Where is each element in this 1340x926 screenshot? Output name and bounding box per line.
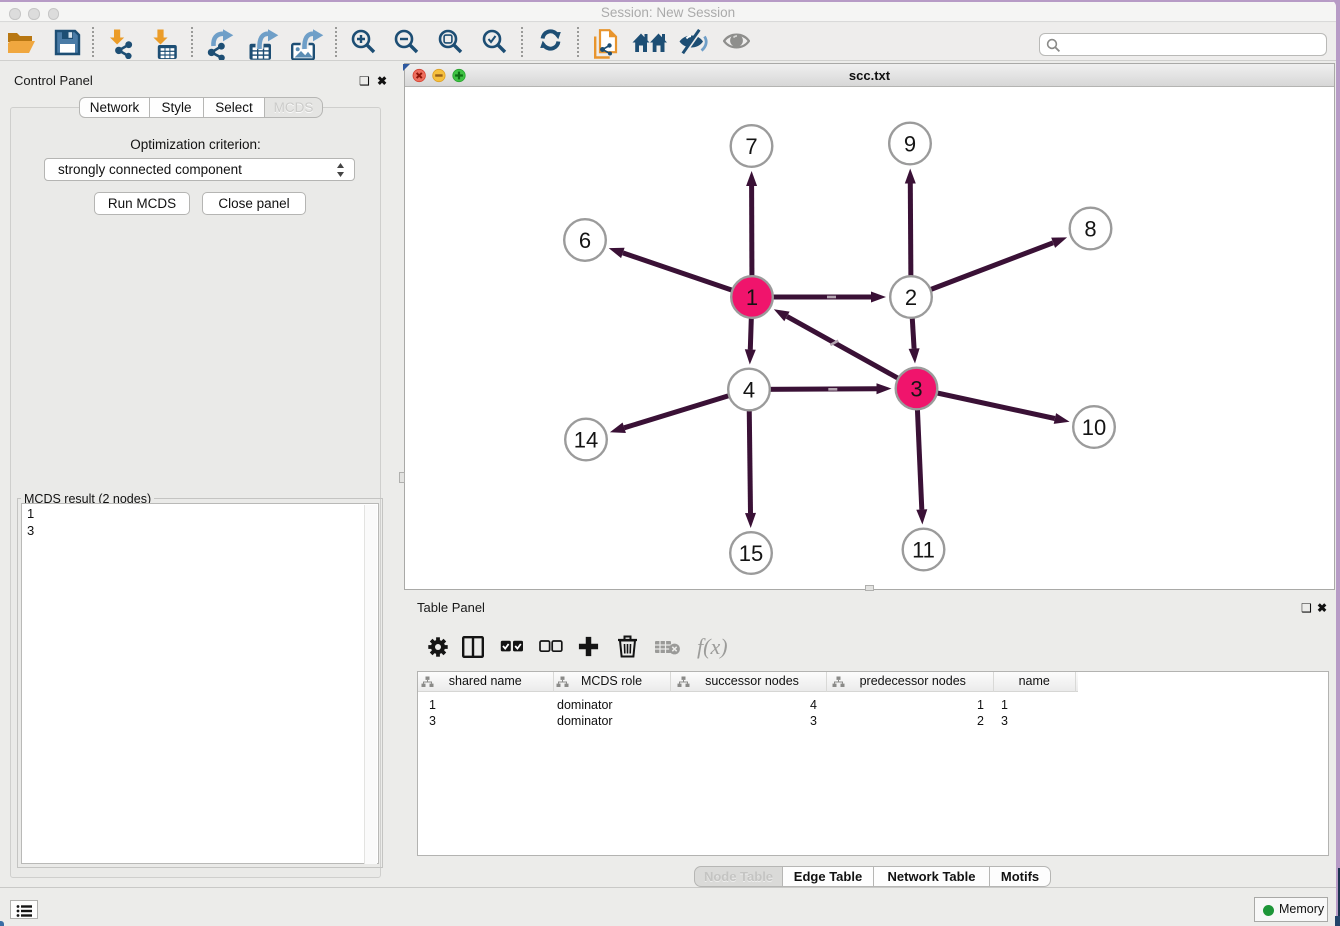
svg-text:7: 7 (745, 134, 757, 159)
svg-text:14: 14 (574, 428, 598, 453)
svg-text:11: 11 (912, 538, 935, 563)
svg-text:3: 3 (910, 377, 922, 402)
svg-text:9: 9 (904, 132, 916, 157)
svg-text:10: 10 (1082, 415, 1106, 440)
svg-text:2: 2 (905, 285, 917, 310)
svg-text:6: 6 (579, 228, 591, 253)
svg-text:15: 15 (739, 541, 763, 566)
svg-text:1: 1 (746, 285, 758, 310)
svg-text:4: 4 (743, 378, 755, 403)
svg-text:8: 8 (1084, 217, 1096, 242)
